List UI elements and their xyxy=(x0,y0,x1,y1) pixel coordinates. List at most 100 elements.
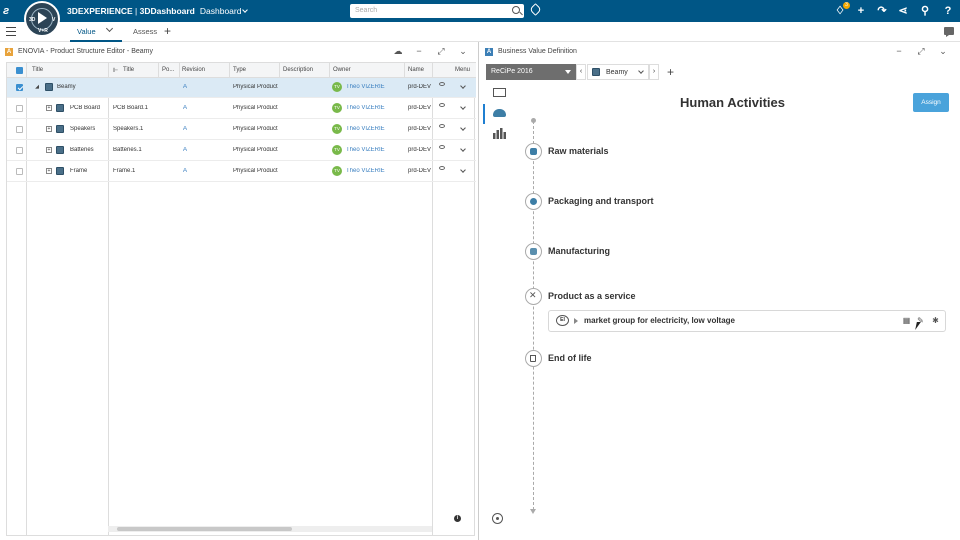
tag-icon[interactable] xyxy=(529,3,542,16)
expand-icon[interactable]: + xyxy=(46,168,52,174)
share-icon[interactable]: ↷ xyxy=(875,4,889,18)
eye-icon[interactable] xyxy=(439,103,445,107)
table-row[interactable]: + Batteries Batteries.1 A Physical Produ… xyxy=(7,141,476,161)
row-owner[interactable]: Theo VIZERIE xyxy=(346,168,385,174)
breadcrumb-item-beamy[interactable]: Beamy xyxy=(606,69,628,76)
compass-icon[interactable]: 3D V V+R xyxy=(24,1,60,37)
chevron-down-icon[interactable]: ⌄ xyxy=(458,46,468,56)
stage-manufacturing[interactable]: Manufacturing xyxy=(548,246,610,256)
stage-packaging-transport[interactable]: Packaging and transport xyxy=(548,196,654,206)
minimize-icon[interactable]: − xyxy=(414,46,424,56)
table-row[interactable]: ◢ Beamy A Physical Product TV Theo VIZER… xyxy=(7,78,476,98)
row-title: Frame xyxy=(70,168,88,174)
timeline-arrow-icon xyxy=(530,509,536,514)
bar-chart-icon[interactable] xyxy=(493,128,506,139)
row-checkbox[interactable] xyxy=(16,105,23,112)
stage-raw-materials[interactable]: Raw materials xyxy=(548,146,609,156)
scrollbar-thumb[interactable] xyxy=(117,527,292,531)
stage-product-as-service[interactable]: Product as a service xyxy=(548,291,636,301)
chevron-down-icon[interactable] xyxy=(638,68,644,74)
breadcrumb-forward-button[interactable]: › xyxy=(649,64,659,80)
column-title[interactable]: Title xyxy=(32,67,43,73)
calculator-icon[interactable]: ▦ xyxy=(902,316,911,325)
add-icon[interactable]: + xyxy=(854,4,868,18)
row-checkbox[interactable] xyxy=(16,126,23,133)
panel-divider[interactable] xyxy=(478,42,479,540)
column-revision[interactable]: Revision xyxy=(182,67,205,73)
chevron-down-icon[interactable] xyxy=(460,167,466,173)
table-row[interactable]: + PCB Board PCB Board.1 A Physical Produ… xyxy=(7,99,476,119)
chevron-down-icon[interactable] xyxy=(460,104,466,110)
compass-apps-icon[interactable]: ⚲ xyxy=(918,4,932,18)
breadcrumb[interactable]: Beamy xyxy=(587,64,649,80)
add-icon[interactable]: + xyxy=(667,66,674,78)
help-icon[interactable]: ? xyxy=(941,4,955,18)
expand-icon[interactable]: + xyxy=(46,126,52,132)
grid-header: Title ⊩ Title Po... Revision Type Descri… xyxy=(7,62,476,78)
row-owner[interactable]: Theo VIZERIE xyxy=(346,147,385,153)
row-checkbox[interactable] xyxy=(16,168,23,175)
hamburger-menu-icon[interactable] xyxy=(6,27,16,36)
row-owner[interactable]: Theo VIZERIE xyxy=(346,126,385,132)
network-icon[interactable]: ⋖ xyxy=(896,4,910,18)
column-menu[interactable]: Menu xyxy=(455,67,470,73)
chevron-down-icon[interactable] xyxy=(460,83,466,89)
row-revision: A xyxy=(183,84,188,90)
expand-icon[interactable]: + xyxy=(46,147,52,153)
grid-divider xyxy=(229,62,230,78)
hierarchy-icon: ⊩ xyxy=(113,68,119,74)
maximize-icon[interactable]: ⤢ xyxy=(436,46,446,56)
row-checkbox[interactable] xyxy=(16,84,23,91)
tab-value[interactable]: Value xyxy=(77,27,96,36)
search-input[interactable]: Search xyxy=(350,4,524,18)
method-select[interactable]: ReCiPe 2016 xyxy=(486,64,576,80)
chevron-down-icon[interactable] xyxy=(460,146,466,152)
chevron-down-icon[interactable]: ⌄ xyxy=(938,46,948,56)
breadcrumb-back-button[interactable]: ‹ xyxy=(576,64,586,80)
manufacturing-glyph xyxy=(530,248,537,255)
expand-icon[interactable]: + xyxy=(46,105,52,111)
collapse-icon[interactable]: ◢ xyxy=(34,85,40,91)
row-instance-title: Speakers.1 xyxy=(113,126,144,132)
table-row[interactable]: + Speakers Speakers.1 A Physical Product… xyxy=(7,120,476,140)
presentation-icon[interactable] xyxy=(493,88,506,97)
eye-icon[interactable] xyxy=(439,82,445,86)
trash-glyph xyxy=(530,355,536,362)
eye-icon[interactable] xyxy=(439,124,445,128)
row-owner[interactable]: Theo VIZERIE xyxy=(346,84,385,90)
cloud-icon[interactable]: ☁ xyxy=(393,46,403,56)
minimize-icon[interactable]: − xyxy=(894,46,904,56)
tab-assess[interactable]: Assess xyxy=(133,27,157,36)
select-all-checkbox[interactable] xyxy=(16,67,23,74)
column-description[interactable]: Description xyxy=(283,67,313,73)
assign-button[interactable]: Assign xyxy=(913,93,949,112)
dashboard-menu[interactable]: Dashboard xyxy=(200,6,242,16)
column-position[interactable]: Po... xyxy=(162,67,174,73)
maximize-icon[interactable]: ⤢ xyxy=(916,46,926,56)
hard-hat-icon[interactable] xyxy=(493,109,506,117)
row-checkbox[interactable] xyxy=(16,147,23,154)
chat-icon[interactable] xyxy=(944,27,954,37)
chevron-down-icon[interactable] xyxy=(460,125,466,131)
grid-divider xyxy=(279,62,280,78)
row-owner[interactable]: Theo VIZERIE xyxy=(346,105,385,111)
stage-end-of-life[interactable]: End of life xyxy=(548,353,592,363)
eye-icon[interactable] xyxy=(439,145,445,149)
chevron-down-icon[interactable] xyxy=(242,7,249,13)
debug-icon[interactable] xyxy=(492,513,503,524)
info-icon[interactable]: i xyxy=(454,515,461,522)
expand-arrow-icon[interactable] xyxy=(574,318,578,324)
table-row[interactable]: + Frame Frame.1 A Physical Product TV Th… xyxy=(7,162,476,182)
eye-icon[interactable] xyxy=(439,166,445,170)
row-revision: A xyxy=(183,168,188,174)
avatar: TV xyxy=(332,103,342,113)
3ds-logo-icon[interactable]: ƨ xyxy=(3,3,19,19)
search-icon[interactable] xyxy=(512,6,520,14)
magic-wand-icon[interactable]: ✱ xyxy=(931,316,940,325)
column-owner[interactable]: Owner xyxy=(333,67,351,73)
add-tab-icon[interactable]: + xyxy=(164,25,171,37)
column-title-instance[interactable]: Title xyxy=(123,67,134,73)
column-type[interactable]: Type xyxy=(233,67,246,73)
column-name[interactable]: Name xyxy=(408,67,424,73)
chevron-down-icon[interactable] xyxy=(105,24,114,33)
